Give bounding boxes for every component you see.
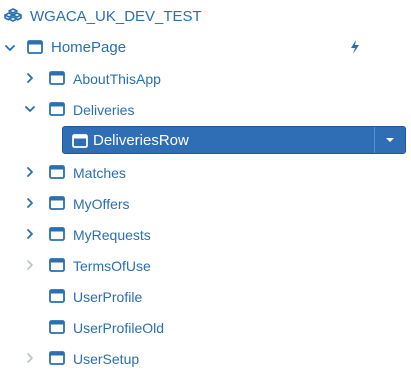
tree-item-label: TermsOfUse <box>73 258 151 274</box>
tree-item-label: UserProfile <box>73 289 143 305</box>
tree-item-label: UserProfileOld <box>73 320 165 336</box>
chevron-down-icon[interactable] <box>2 40 18 56</box>
tree-item-label: UserSetup <box>73 351 140 367</box>
window-icon <box>49 196 65 210</box>
tree-item-label: MyOffers <box>73 196 130 212</box>
window-icon <box>49 102 65 116</box>
item-menu-dropdown-button[interactable] <box>374 127 405 153</box>
window-icon <box>27 40 43 54</box>
window-icon <box>49 71 65 85</box>
chevron-right-icon[interactable] <box>22 257 38 273</box>
chevron-right-icon[interactable] <box>22 195 38 211</box>
chevron-down-icon[interactable] <box>22 101 38 117</box>
chevron-right-icon[interactable] <box>22 226 38 242</box>
window-icon <box>49 165 65 179</box>
window-icon <box>49 227 65 241</box>
tree-item-label: AboutThisApp <box>73 71 161 87</box>
window-icon <box>49 320 65 334</box>
window-icon <box>49 289 65 303</box>
tree-item-label: Deliveries <box>73 102 135 118</box>
tree-item-label: Matches <box>73 165 126 181</box>
root-label: WGACA_UK_DEV_TEST <box>30 8 202 25</box>
window-icon <box>49 258 65 272</box>
homepage-label: HomePage <box>51 39 127 56</box>
chevron-right-icon[interactable] <box>22 350 38 366</box>
stack-icon <box>4 8 22 22</box>
tree-item-label: MyRequests <box>73 227 151 243</box>
selected-item-label: DeliveriesRow <box>93 132 189 149</box>
tree-item-deliveriesrow-selected[interactable]: DeliveriesRow <box>62 126 406 154</box>
lightning-bolt-icon[interactable] <box>349 39 361 55</box>
chevron-right-icon[interactable] <box>22 70 38 86</box>
window-icon <box>49 351 65 365</box>
window-icon <box>72 134 88 148</box>
chevron-right-icon[interactable] <box>22 164 38 180</box>
caret-down-icon <box>386 138 394 142</box>
